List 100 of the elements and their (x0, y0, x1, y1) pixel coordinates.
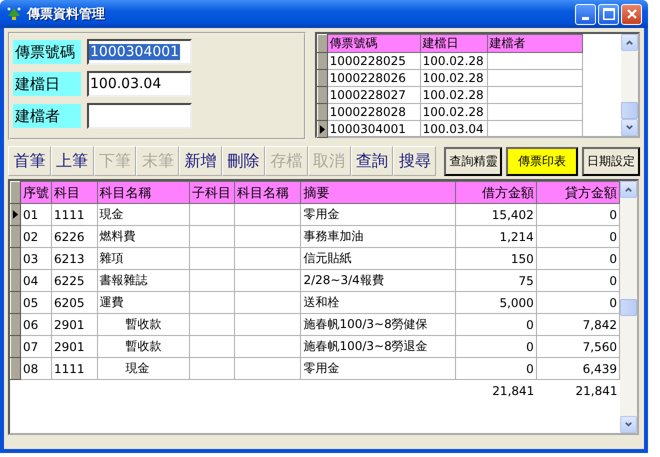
scrollbar[interactable] (620, 181, 637, 433)
table-cell: 雜項 (97, 248, 190, 270)
toolbar-button[interactable]: 搜尋 (393, 146, 436, 176)
row-selector[interactable] (317, 86, 328, 104)
row-selector[interactable] (10, 204, 20, 226)
table-cell: 0 (536, 248, 620, 270)
close-icon (626, 9, 636, 19)
table-cell: 暫收款 (97, 314, 190, 336)
toolbar-button[interactable]: 刪除 (222, 146, 265, 176)
table-cell: 0 (455, 358, 536, 380)
table-cell: 施春帆100/3~8勞健保 (300, 314, 456, 336)
table-cell: 1000228027 (327, 86, 420, 104)
table-cell: 1000228025 (327, 52, 420, 70)
row-selector[interactable] (317, 52, 328, 70)
column-header: 貸方金額 (536, 182, 620, 204)
table-cell: 0 (455, 314, 536, 336)
table-cell: 100.02.28 (420, 52, 488, 70)
toolbar-button[interactable]: 查詢 (350, 146, 394, 176)
column-header: 摘要 (300, 182, 456, 204)
input-field[interactable]: 100.03.04 (87, 71, 192, 97)
scrollbar[interactable] (621, 34, 638, 136)
input-field[interactable] (87, 103, 192, 129)
row-selector[interactable] (10, 314, 20, 336)
scroll-up-button[interactable] (620, 181, 637, 198)
row-selector[interactable] (10, 226, 20, 248)
toolbar-button[interactable]: 傳票印表 (506, 146, 578, 176)
arrow-icon (12, 209, 19, 220)
input-field[interactable]: 1000304001 (87, 39, 192, 65)
scroll-thumb[interactable] (620, 298, 637, 316)
chevron-down-icon (625, 123, 634, 132)
table-cell: 1000228026 (327, 70, 420, 86)
row-selector[interactable] (10, 248, 20, 270)
table-cell: 6225 (52, 270, 98, 292)
toolbar-button[interactable]: 首筆 (8, 146, 51, 176)
table-cell: 6205 (52, 292, 98, 314)
toolbar-button[interactable]: 上筆 (50, 146, 94, 176)
table-cell: 04 (20, 270, 52, 292)
toolbar-button[interactable]: 日期設定 (582, 146, 640, 176)
table-cell: 08 (20, 358, 52, 380)
table-cell: 100.03.04 (420, 120, 488, 138)
table-cell: 15,402 (455, 204, 536, 226)
table-cell: 100.02.28 (420, 70, 488, 86)
scroll-down-button[interactable] (620, 416, 637, 433)
table-cell: 暫收款 (97, 336, 190, 358)
field-label: 傳票號碼 (13, 40, 81, 64)
row-selector[interactable] (10, 270, 20, 292)
table-cell: 6226 (52, 226, 98, 248)
table-cell: 75 (455, 270, 536, 292)
scroll-down-button[interactable] (621, 119, 638, 136)
minimize-button[interactable] (575, 4, 596, 24)
field-label: 建檔者 (13, 104, 81, 128)
table-cell: 100.02.28 (420, 104, 488, 120)
field-label: 建檔日 (13, 72, 81, 96)
column-header: 序號 (20, 182, 52, 204)
row-selector[interactable] (10, 336, 20, 358)
table-cell: 0 (536, 270, 620, 292)
toolbar-button[interactable]: 新增 (179, 146, 222, 176)
row-selector[interactable] (10, 358, 20, 380)
table-cell: 03 (20, 248, 52, 270)
table-cell: 1111 (52, 358, 98, 380)
table-cell: 1111 (52, 204, 98, 226)
scroll-up-button[interactable] (621, 34, 638, 51)
table-cell: 0 (455, 336, 536, 358)
total-cell: 21,841 (536, 380, 620, 401)
minimize-icon (582, 16, 589, 20)
column-header: 建檔者 (487, 34, 582, 52)
row-selector[interactable] (10, 292, 20, 314)
table-cell: 150 (455, 248, 536, 270)
table-cell: 6,439 (536, 358, 620, 380)
table-cell: 運費 (97, 292, 190, 314)
table-cell: 燃料費 (97, 226, 190, 248)
row-selector[interactable] (317, 120, 328, 138)
column-header: 科目 (52, 182, 98, 204)
toolbar-button[interactable]: 查詢精靈 (444, 146, 502, 176)
table-cell: 書報雜誌 (97, 270, 190, 292)
total-cell: 21,841 (455, 380, 536, 401)
close-button[interactable] (621, 4, 642, 24)
grid-corner (10, 182, 20, 204)
table-cell: 7,560 (536, 336, 620, 358)
column-header: 科目名稱 (234, 182, 301, 204)
table-cell: 零用金 (300, 204, 456, 226)
table-cell: 0 (536, 292, 620, 314)
row-selector[interactable] (317, 104, 328, 120)
table-cell: 05 (20, 292, 52, 314)
column-header: 借方金額 (455, 182, 536, 204)
table-cell: 100.02.28 (420, 86, 488, 104)
column-header: 科目名稱 (97, 182, 190, 204)
table-cell: 送和栓 (300, 292, 456, 314)
maximize-button[interactable] (598, 4, 619, 24)
table-cell: 01 (20, 204, 52, 226)
table-cell: 現金 (97, 358, 190, 380)
grid-corner (317, 34, 328, 52)
table-cell: 0 (536, 226, 620, 248)
scroll-thumb[interactable] (621, 102, 638, 119)
table-cell: 0 (536, 204, 620, 226)
table-cell: 06 (20, 314, 52, 336)
table-cell: 07 (20, 336, 52, 358)
column-header: 子科目 (189, 182, 234, 204)
row-selector[interactable] (317, 70, 328, 86)
table-cell: 施春帆100/3~8勞退金 (300, 336, 456, 358)
